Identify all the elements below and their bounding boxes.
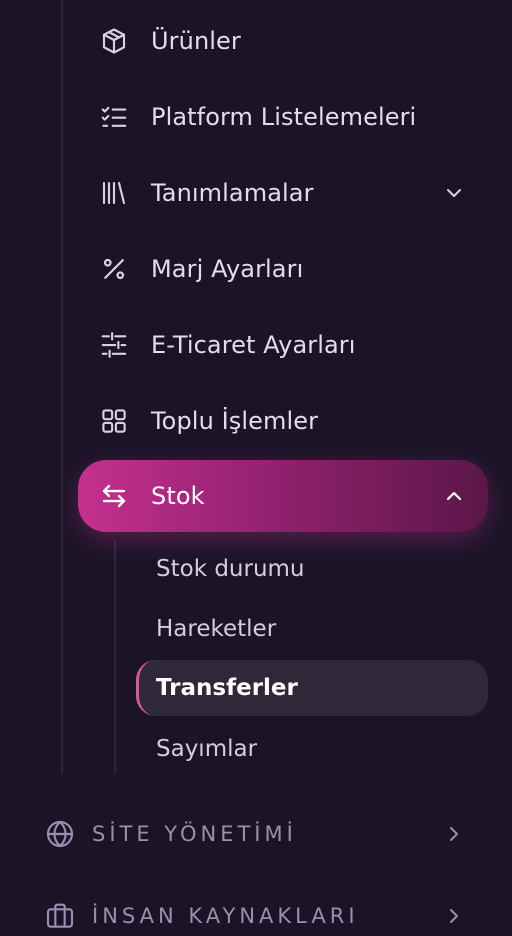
box-icon [98,25,130,57]
grid-icon [98,405,130,437]
submenu-item-label: Transferler [156,675,298,701]
tree-guide-line [61,0,63,774]
sidebar-item-platform-listelemeleri[interactable]: Platform Listelemeleri [78,81,488,153]
submenu-item-label: Hareketler [156,616,277,642]
chevron-down-icon[interactable] [442,181,466,205]
sidebar-nav: Ürünler Platform Listelemeleri Tanımlama… [0,0,512,936]
chevron-right-icon[interactable] [442,822,466,846]
checklist-icon [98,101,130,133]
submenu-item-stok-durumu[interactable]: Stok durumu [136,541,488,597]
sidebar-item-label: Toplu İşlemler [151,407,319,435]
percent-icon [98,253,130,285]
submenu-item-label: Stok durumu [156,556,305,582]
globe-icon [44,818,76,850]
sidebar-item-toplu-islemler[interactable]: Toplu İşlemler [78,385,488,457]
sidebar-item-tanimlamalar[interactable]: Tanımlamalar [78,157,488,229]
section-insan-kaynaklari[interactable]: İNSAN KAYNAKLARI [40,890,488,936]
sidebar-item-label: E-Ticaret Ayarları [151,331,356,359]
submenu-item-hareketler[interactable]: Hareketler [136,601,488,657]
submenu-guide-line [114,540,116,774]
arrows-exchange-icon [98,480,130,512]
chevron-up-icon[interactable] [442,484,466,508]
chevron-right-icon[interactable] [442,904,466,928]
submenu-item-transferler[interactable]: Transferler [136,660,488,716]
sidebar-item-label: Stok [151,482,205,510]
sidebar-item-label: Ürünler [151,27,241,55]
sidebar-item-stok[interactable]: Stok [78,460,488,532]
sidebar-item-marj-ayarlari[interactable]: Marj Ayarları [78,233,488,305]
library-icon [98,177,130,209]
sidebar-item-e-ticaret-ayarlari[interactable]: E-Ticaret Ayarları [78,309,488,381]
sliders-icon [98,329,130,361]
sidebar-item-urunler[interactable]: Ürünler [78,5,488,77]
sidebar-item-label: Marj Ayarları [151,255,304,283]
section-label: İNSAN KAYNAKLARI [92,904,359,928]
sidebar-item-label: Tanımlamalar [151,179,314,207]
submenu-item-label: Sayımlar [156,736,258,762]
briefcase-icon [44,900,76,932]
submenu-item-sayimlar[interactable]: Sayımlar [136,721,488,777]
section-label: SİTE YÖNETİMİ [92,822,297,846]
sidebar-item-label: Platform Listelemeleri [151,103,417,131]
section-site-yonetimi[interactable]: SİTE YÖNETİMİ [40,808,488,860]
